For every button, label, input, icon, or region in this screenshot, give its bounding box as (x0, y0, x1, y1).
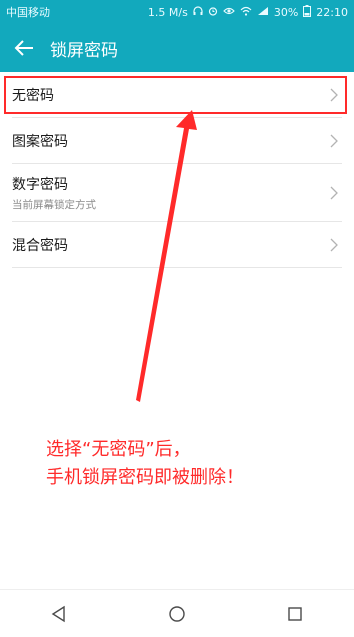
annotation-text: 选择“无密码”后， 手机锁屏密码即被删除！ (46, 436, 336, 492)
option-label: 混合密码 (12, 237, 68, 254)
status-indicators: 1.5 M/s 30% 22:10 (147, 4, 348, 20)
option-label: 图案密码 (12, 133, 68, 150)
chevron-right-icon (330, 88, 338, 101)
triangle-back-icon (51, 605, 65, 622)
nav-home-button[interactable] (153, 590, 201, 637)
battery-level: 30% (273, 5, 299, 19)
carrier-label: 中国移动 (6, 6, 50, 19)
chevron-right-icon (330, 186, 338, 199)
annotation-line-1: 选择“无密码”后， (46, 439, 191, 460)
option-label: 数字密码 (12, 176, 68, 193)
screen: 中国移动 1.5 M/s 30% 22:10 锁屏密码 无密码 图案密码 数字密… (0, 0, 354, 637)
navigation-bar (0, 589, 354, 637)
square-recents-icon (288, 606, 302, 621)
headphone-icon (193, 5, 203, 19)
battery-icon (303, 4, 312, 20)
option-label: 无密码 (12, 87, 54, 104)
network-speed: 1.5 M/s (147, 5, 188, 19)
title-bar: 锁屏密码 (0, 24, 354, 72)
annotation-line-2: 手机锁屏密码即被删除！ (46, 467, 244, 488)
status-bar: 中国移动 1.5 M/s 30% 22:10 (0, 0, 354, 24)
chevron-right-icon (330, 134, 338, 147)
back-button[interactable] (0, 24, 48, 72)
nav-back-button[interactable] (35, 590, 83, 637)
clock: 22:10 (316, 5, 348, 19)
nav-recents-button[interactable] (271, 590, 319, 637)
option-mixed-password[interactable]: 混合密码 (12, 222, 342, 268)
current-lock-hint: 当前屏幕锁定方式 (12, 198, 96, 211)
arrow-left-icon (14, 40, 33, 56)
lock-option-list: 无密码 图案密码 数字密码 当前屏幕锁定方式 混合密码 (0, 72, 354, 268)
option-no-password[interactable]: 无密码 (12, 72, 342, 118)
chevron-right-icon (330, 238, 338, 251)
signal-icon (257, 6, 269, 19)
page-title: 锁屏密码 (50, 40, 118, 61)
circle-home-icon (169, 605, 185, 622)
eye-icon (223, 6, 235, 19)
wifi-icon (240, 6, 252, 19)
option-pin-password[interactable]: 数字密码 当前屏幕锁定方式 (12, 164, 342, 222)
option-pattern-password[interactable]: 图案密码 (12, 118, 342, 164)
alarm-icon (208, 6, 218, 19)
